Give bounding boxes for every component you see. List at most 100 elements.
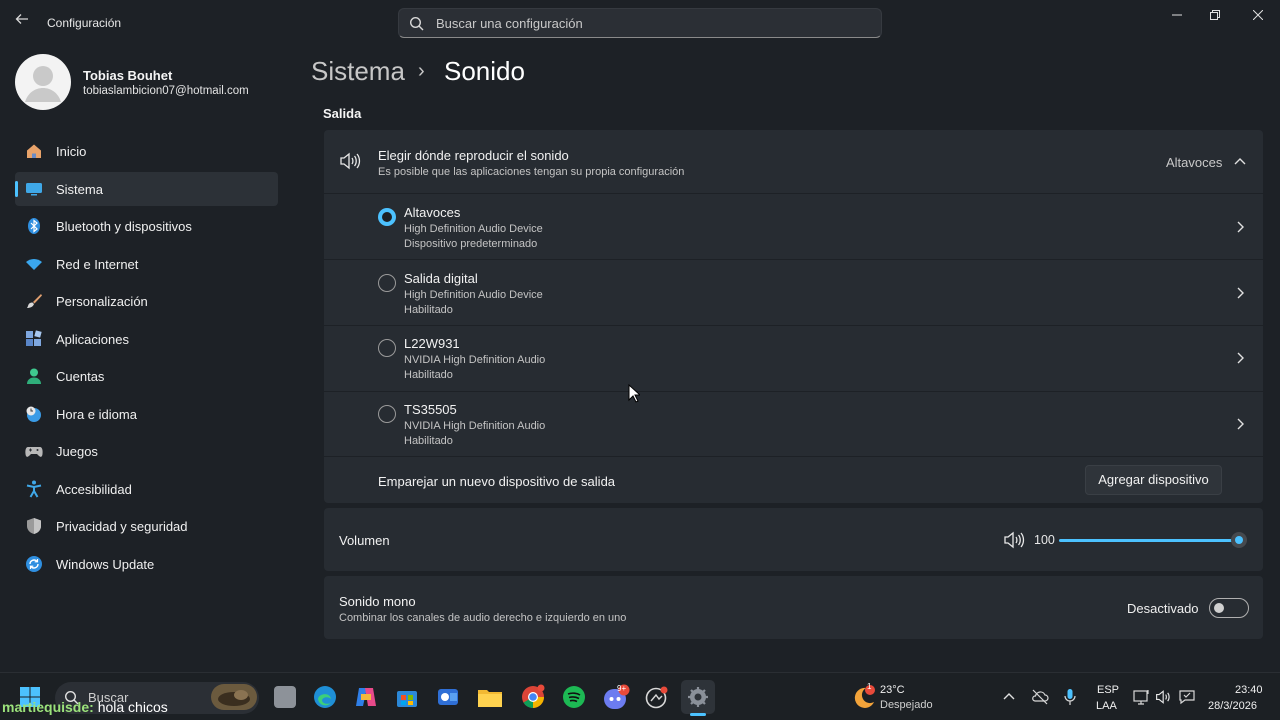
sidebar-item-red[interactable]: Red e Internet [15,247,278,281]
device-driver: High Definition Audio Device [404,223,543,235]
close-button[interactable] [1238,6,1278,26]
device-row-salida-digital[interactable]: Salida digital High Definition Audio Dev… [324,260,1263,325]
sidebar-item-personalizacion[interactable]: Personalización [15,284,278,318]
sidebar-item-windows-update[interactable]: Windows Update [15,547,278,581]
search-highlight-image-icon[interactable] [211,684,257,710]
network-monitor-icon[interactable] [1133,688,1151,706]
microphone-icon[interactable] [1063,688,1077,706]
radio-unselected[interactable] [378,339,396,357]
sidebar-item-label: Cuentas [56,369,105,384]
discord-badge: 9+ [617,684,627,693]
sidebar-item-juegos[interactable]: Juegos [15,434,278,468]
sidebar-item-label: Accesibilidad [56,481,132,497]
sidebar-item-label: Sistema [56,181,103,197]
sidebar-item-bluetooth[interactable]: Bluetooth y dispositivos [15,209,278,243]
device-row-l22w931[interactable]: L22W931 NVIDIA High Definition Audio Hab… [324,326,1263,391]
home-icon [27,144,41,158]
weather-temperature: 23°C [880,684,905,696]
gamepad-icon [25,447,43,457]
notification-chat-icon[interactable] [1178,688,1196,706]
device-name: Salida digital [404,271,478,286]
chevron-up-icon[interactable] [1234,157,1246,165]
mono-audio-subtitle: Combinar los canales de audio derecho e … [339,612,627,624]
file-explorer-icon[interactable] [477,685,503,709]
sidebar-item-aplicaciones[interactable]: Aplicaciones [15,322,278,356]
device-name: TS35505 [404,402,457,417]
pair-device-label: Emparejar un nuevo dispositivo de salida [378,474,616,489]
add-device-button[interactable]: Agregar dispositivo [1085,465,1222,495]
sidebar-item-inicio[interactable]: Inicio [15,134,278,168]
mouse-cursor-icon [628,384,640,403]
chevron-right-icon[interactable] [1235,352,1245,364]
selected-output-value: Altavoces [1166,155,1223,170]
clock-time[interactable]: 23:40 [1235,684,1263,696]
store-icon[interactable] [395,685,419,709]
outlook-icon[interactable] [436,685,460,709]
copilot-icon[interactable] [354,685,378,709]
chat-overlay: martiequisde: hola chicos [2,699,168,715]
person-icon [27,368,41,384]
spotify-icon[interactable] [562,685,586,709]
input-language-top[interactable]: ESP [1097,684,1119,696]
device-row-ts35505[interactable]: TS35505 NVIDIA High Definition Audio Hab… [324,392,1263,457]
maximize-button[interactable] [1195,6,1235,26]
apps-icon [26,329,42,346]
sidebar-nav: Inicio Sistema Bluetooth y dispositivos … [15,134,278,584]
device-name: L22W931 [404,336,460,351]
speaker-icon [340,152,361,170]
sidebar-item-label: Hora e idioma [56,406,137,422]
settings-search-box[interactable] [398,8,882,38]
sidebar-item-cuentas[interactable]: Cuentas [15,359,278,393]
volume-tray-icon[interactable] [1155,689,1173,705]
radio-unselected[interactable] [378,274,396,292]
sidebar-item-accesibilidad[interactable]: Accesibilidad [15,472,278,506]
chat-username: martiequisde: [2,699,94,715]
system-icon [26,182,42,195]
chrome-icon[interactable] [520,684,546,710]
active-app-indicator [690,713,706,716]
cloud-off-icon[interactable] [1031,688,1049,706]
radio-selected[interactable] [378,208,396,226]
chevron-right-icon[interactable] [1235,221,1245,233]
settings-search-input[interactable] [436,13,866,33]
speaker-icon[interactable] [1003,531,1025,549]
sidebar-item-label: Inicio [56,144,87,159]
sidebar-item-label: Personalización [56,294,148,309]
radio-unselected[interactable] [378,405,396,423]
clock-date: 28/3/2026 [1208,700,1257,712]
update-icon [26,555,42,572]
sidebar-item-label: Bluetooth y dispositivos [56,219,192,234]
input-language-bottom: LAA [1096,700,1117,712]
page-title: Sonido [444,56,525,86]
sidebar-item-privacidad[interactable]: Privacidad y seguridad [15,509,278,543]
user-email: tobiaslambicion07@hotmail.com [83,85,249,97]
mono-audio-toggle[interactable] [1209,598,1249,618]
screen-recorder-icon[interactable] [645,685,669,709]
moon-weather-icon[interactable] [850,684,876,710]
choose-output-row[interactable]: Elegir dónde reproducir el sonido Es pos… [324,130,1263,193]
clock-globe-icon [26,406,41,422]
section-title-output: Salida [323,106,362,121]
tray-overflow-chevron-icon[interactable] [1003,692,1015,700]
volume-slider-thumb[interactable] [1231,532,1247,548]
chevron-right-icon[interactable] [1235,287,1245,299]
sidebar-item-label: Windows Update [56,556,155,572]
sidebar-item-hora-idioma[interactable]: Hora e idioma [15,397,278,431]
mono-audio-card: Sonido mono Combinar los canales de audi… [324,576,1263,639]
volume-slider-track[interactable] [1059,539,1239,542]
edge-icon[interactable] [313,685,337,709]
volume-value: 100 [1034,533,1055,547]
breadcrumb-parent[interactable]: Sistema [311,56,405,87]
volume-label: Volumen [339,533,390,548]
device-row-altavoces[interactable]: Altavoces High Definition Audio Device D… [324,194,1263,259]
choose-output-title: Elegir dónde reproducir el sonido [378,148,569,163]
chevron-right-icon[interactable] [1235,418,1245,430]
mono-audio-state: Desactivado [1127,601,1199,616]
device-name: Altavoces [404,205,461,220]
sidebar-item-sistema[interactable]: Sistema [15,171,278,206]
task-view-icon[interactable] [274,686,296,708]
minimize-button[interactable] [1157,6,1197,26]
avatar[interactable] [15,54,71,110]
back-arrow-icon[interactable] [12,12,32,32]
shield-icon [27,518,41,534]
